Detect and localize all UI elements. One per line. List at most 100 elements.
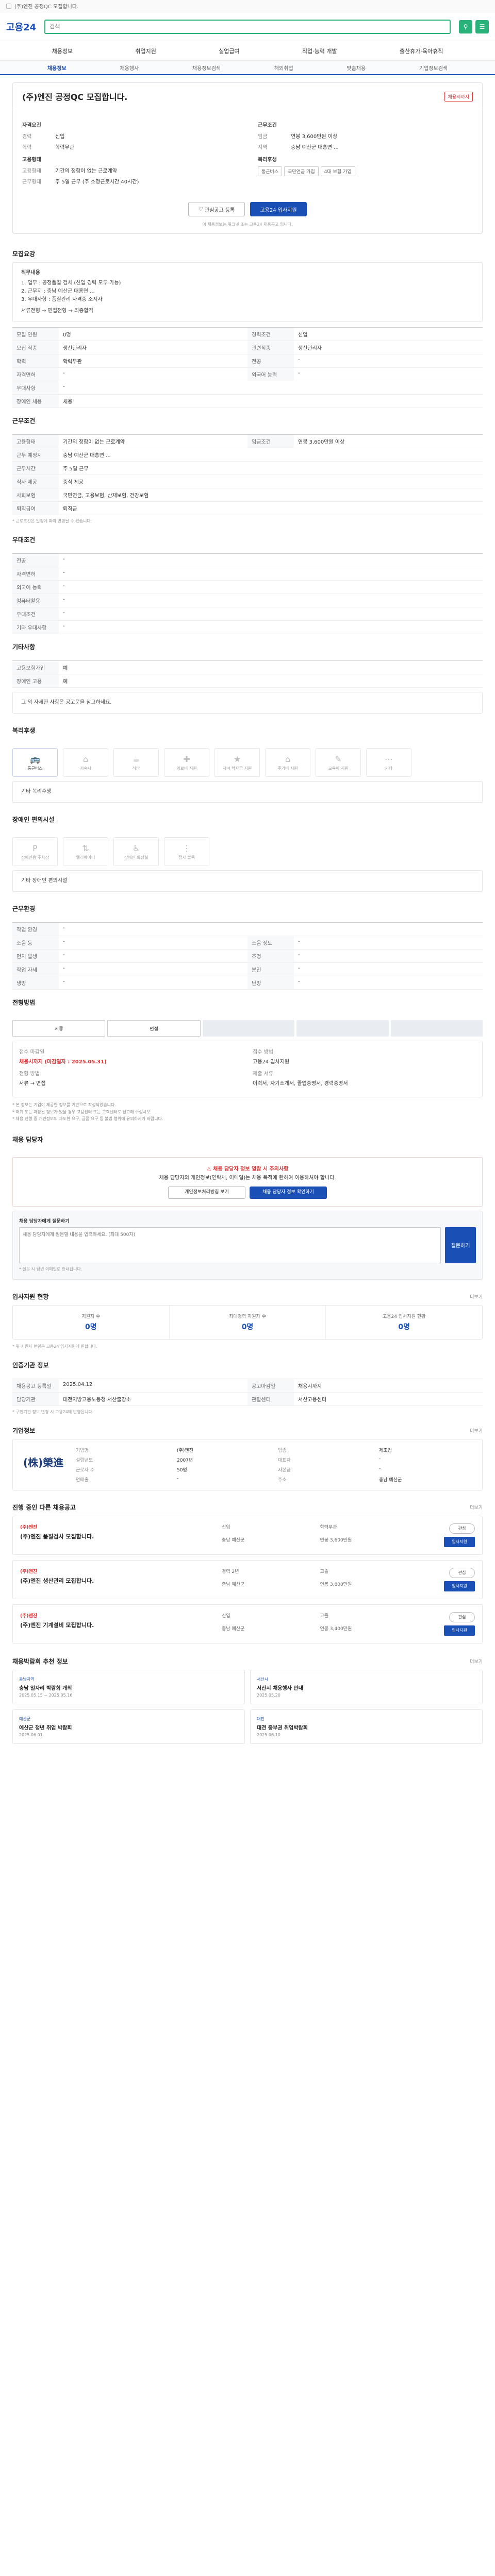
question-submit-button[interactable]: 질문하기 — [445, 1227, 476, 1263]
search-icon[interactable]: ⚲ — [459, 20, 472, 33]
job-card[interactable]: (주)엔진 (주)엔진 기계설비 모집합니다. 신입 고졸 충남 예산군 연봉 3,40… — [12, 1604, 483, 1643]
question-note: * 질문 시 답변 이메일로 안내됩니다. — [19, 1266, 82, 1272]
info-key: 기업명 — [76, 1448, 89, 1453]
grid-key: 자격면허 — [12, 368, 59, 381]
grid-key: 고용형태 — [12, 435, 59, 448]
more-link[interactable]: 더보기 — [470, 1293, 483, 1300]
grid-value: - — [63, 556, 65, 562]
grid-value: 채용 — [63, 399, 73, 405]
grid-value: - — [63, 570, 65, 575]
news-card[interactable]: 대전 대전 중부권 취업박람회 2025.06.10 — [250, 1709, 483, 1744]
grid-key: 모집 인원 — [12, 328, 59, 341]
facility-item: ⇅ 엘리베이터 — [63, 837, 108, 866]
summary-key: 학력 — [22, 145, 32, 150]
toilet-icon: ♿ — [132, 843, 140, 853]
lnb-item[interactable]: 기업정보검색 — [419, 64, 448, 72]
section-title: 입사지원 현황 — [12, 1293, 49, 1300]
more-link[interactable]: 더보기 — [470, 1658, 483, 1665]
summary-value: 학력무관 — [55, 145, 74, 150]
menu-icon[interactable]: ☰ — [475, 20, 489, 33]
grid-key: 외국어 능력 — [12, 581, 59, 594]
info-value: - — [379, 1466, 381, 1471]
lnb-item[interactable]: 맞춤채용 — [346, 64, 366, 72]
grid-value: 생산관리자 — [63, 346, 87, 351]
job-card-title[interactable]: (주)엔진 품질검사 모집합니다. — [20, 1532, 214, 1540]
company-card: (株)榮進 기업명 (주)엔진 업종 제조업 설립년도 2007년 대표자 - 근로자 … — [12, 1438, 483, 1490]
job-summary-panel: (주)엔진 공정QC 모집합니다. 채용시까지 자격요건 경력 신입 학력 학력무관… — [12, 82, 483, 234]
grid-key: 공고마감일 — [248, 1379, 294, 1392]
news-card[interactable]: 예산군 예산군 청년 취업 박람회 2025.06.01 — [12, 1709, 245, 1744]
grid-key: 고용보험가입 — [12, 661, 59, 674]
gnb-item[interactable]: 취업지원 — [135, 47, 156, 55]
section-title: 채용 담당자 — [12, 1136, 43, 1143]
info-value: 제조업 — [379, 1448, 392, 1453]
info-key: 근로자 수 — [76, 1467, 94, 1473]
info-key: 설립년도 — [76, 1458, 93, 1463]
bookmark-button[interactable]: 관심 — [449, 1567, 475, 1578]
section-title: 기타사항 — [12, 643, 36, 651]
browser-title: (주)엔진 공정QC 모집합니다. — [14, 4, 79, 10]
lnb-item[interactable]: 해외취업 — [274, 64, 293, 72]
gnb-item[interactable]: 직업·능력 개발 — [302, 47, 337, 55]
lnb-item[interactable]: 채용정보 — [47, 64, 67, 72]
grid-value: 신입 — [298, 332, 308, 338]
more-link[interactable]: 더보기 — [470, 1427, 483, 1434]
scrap-label: 관심공고 등록 — [204, 207, 235, 213]
view-contact-button[interactable]: 채용 담당자 정보 확인하기 — [250, 1186, 327, 1199]
privacy-policy-button[interactable]: 개인정보처리방침 보기 — [168, 1186, 245, 1199]
question-input[interactable] — [19, 1227, 441, 1263]
grid-key: 전공 — [248, 354, 294, 367]
section-title: 채용박람회 추천 정보 — [12, 1657, 68, 1665]
disability-more: 기타 장애인 편의시설 — [12, 870, 483, 892]
apply-button[interactable]: 고용24 입사지원 — [250, 202, 307, 216]
grid-key: 난방 — [248, 976, 294, 989]
job-card[interactable]: (주)엔진 (주)엔진 생산관리 모집합니다. 경력 2년 고졸 충남 예산군 연봉 3… — [12, 1560, 483, 1599]
info-value: 충남 예산군 — [379, 1477, 402, 1483]
summary-heading: 자격요건 — [22, 123, 41, 128]
step-item: 서류 — [12, 1020, 106, 1037]
grid-key: 컴퓨터활용 — [12, 594, 59, 607]
job-apply-button[interactable]: 입사지원 — [444, 1536, 475, 1547]
facility-item: ⋮ 점자 블록 — [164, 837, 209, 866]
news-card[interactable]: 서산시 서산시 채용행사 안내 2025.05.20 — [250, 1669, 483, 1704]
agency-grid: 채용공고 등록일 2025.04.12 공고마감일 채용시까지 담당기관 대전지방고용노… — [12, 1378, 483, 1406]
apply-value: 고용24 입사지원 — [253, 1059, 290, 1065]
book-icon: ✎ — [335, 754, 342, 764]
heart-icon: ♡ — [198, 206, 205, 212]
grid-value: 예 — [63, 666, 68, 671]
search-box[interactable] — [44, 19, 451, 34]
grid-value: 충남 예산군 대흥면 ... — [63, 453, 111, 459]
info-value: 2007년 — [177, 1458, 193, 1463]
section-title: 전형방법 — [12, 999, 36, 1006]
search-input[interactable] — [50, 23, 446, 30]
grid-value: 퇴직금 — [63, 506, 77, 512]
lnb-item[interactable]: 채용행사 — [120, 64, 139, 72]
grid-key: 우대조건 — [12, 607, 59, 620]
job-card[interactable]: (주)엔진 (주)엔진 품질검사 모집합니다. 신입 학력무관 충남 예산군 연봉 3,… — [12, 1515, 483, 1555]
job-card-title[interactable]: (주)엔진 기계설비 모집합니다. — [20, 1621, 214, 1629]
scrap-button[interactable]: ♡ 관심공고 등록 — [188, 202, 245, 216]
summary-value: 신입 — [55, 134, 65, 140]
grid-key: 기타 우대사항 — [12, 621, 59, 634]
info-value: - — [379, 1456, 381, 1462]
grid-value: 중식 제공 — [63, 480, 84, 485]
duty-box: 직무내용 1. 업무 : 공정품질 검사 (신입 경력 모두 가능) 2. 근무… — [12, 262, 483, 322]
bookmark-button[interactable]: 관심 — [449, 1523, 475, 1534]
welfare-item: ⋯ 기타 — [366, 748, 411, 777]
lnb-item[interactable]: 채용정보검색 — [192, 64, 221, 72]
welfare-item: ⌂ 기숙사 — [63, 748, 108, 777]
job-card-title[interactable]: (주)엔진 생산관리 모집합니다. — [20, 1577, 214, 1585]
site-logo[interactable]: 고용24 — [6, 20, 36, 33]
more-link[interactable]: 더보기 — [470, 1504, 483, 1511]
news-card[interactable]: 충남지역 충남 일자리 박람회 개최 2025.05.15 ~ 2025.05.16 — [12, 1669, 245, 1704]
work-note: * 근로조건은 일정에 따라 변경될 수 있습니다. — [12, 519, 92, 523]
grid-value: - — [298, 939, 300, 944]
apply-value: 서류 → 면접 — [19, 1081, 46, 1087]
job-apply-button[interactable]: 입사지원 — [444, 1581, 475, 1591]
gnb-item[interactable]: 실업급여 — [219, 47, 239, 55]
bookmark-button[interactable]: 관심 — [449, 1612, 475, 1622]
gnb-item[interactable]: 출산휴가·육아휴직 — [400, 47, 443, 55]
job-apply-button[interactable]: 입사지원 — [444, 1625, 475, 1636]
stat-item: 최대경력 지원자 수 0명 — [170, 1305, 326, 1339]
gnb-item[interactable]: 채용정보 — [52, 47, 73, 55]
